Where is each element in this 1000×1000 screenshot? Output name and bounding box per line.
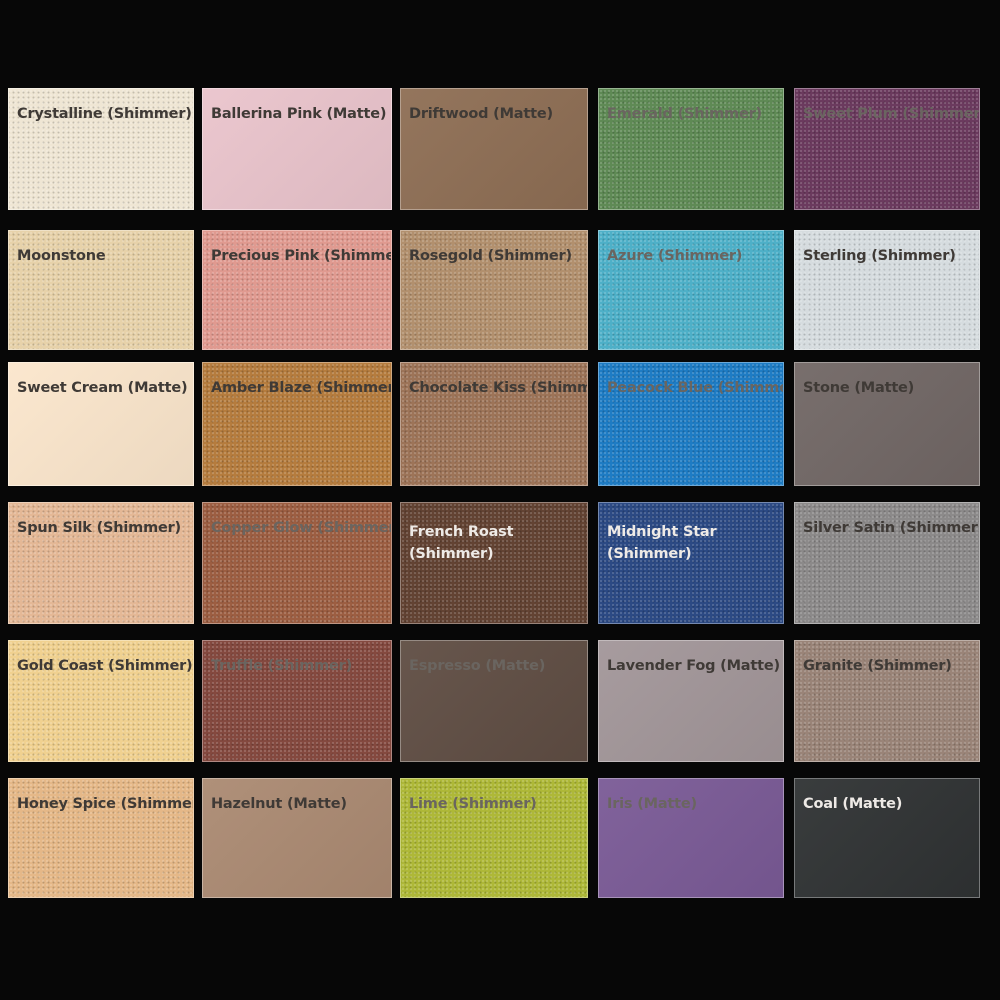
swatch-label: Truffle (Shimmer)	[211, 658, 353, 674]
swatch-label: Crystalline (Shimmer)	[17, 106, 192, 122]
swatch-crystalline[interactable]: Crystalline (Shimmer)	[8, 88, 194, 210]
swatch-driftwood[interactable]: Driftwood (Matte)	[400, 88, 588, 210]
swatch-moonstone[interactable]: Moonstone	[8, 230, 194, 350]
swatch-label: Espresso (Matte)	[409, 658, 546, 674]
swatch-label: Chocolate Kiss (Shimmer)	[409, 380, 587, 396]
swatch-granite[interactable]: Granite (Shimmer)	[794, 640, 980, 762]
swatch-label: Silver Satin (Shimmer)	[803, 520, 980, 536]
swatch-lime[interactable]: Lime (Shimmer)	[400, 778, 588, 898]
swatch-truffle[interactable]: Truffle (Shimmer)	[202, 640, 392, 762]
swatch-label: Hazelnut (Matte)	[211, 796, 347, 812]
swatch-honey-spice[interactable]: Honey Spice (Shimmer)	[8, 778, 194, 898]
swatch-label: Moonstone	[17, 248, 106, 264]
swatch-ballerina-pink[interactable]: Ballerina Pink (Matte)	[202, 88, 392, 210]
swatch-peacock-blue[interactable]: Peacock Blue (Shimmer)	[598, 362, 784, 486]
swatch-coal[interactable]: Coal (Matte)	[794, 778, 980, 898]
swatch-label: Copper Glow (Shimmer)	[211, 520, 392, 536]
swatch-label: Gold Coast (Shimmer)	[17, 658, 193, 674]
swatch-label: Granite (Shimmer)	[803, 658, 952, 674]
swatch-chocolate-kiss[interactable]: Chocolate Kiss (Shimmer)	[400, 362, 588, 486]
swatch-label: French Roast (Shimmer)	[409, 524, 514, 562]
swatch-label: Lavender Fog (Matte)	[607, 658, 780, 674]
swatch-lavender-fog[interactable]: Lavender Fog (Matte)	[598, 640, 784, 762]
swatch-azure[interactable]: Azure (Shimmer)	[598, 230, 784, 350]
swatch-espresso[interactable]: Espresso (Matte)	[400, 640, 588, 762]
swatch-gold-coast[interactable]: Gold Coast (Shimmer)	[8, 640, 194, 762]
swatch-label: Amber Blaze (Shimmer)	[211, 380, 392, 396]
swatch-french-roast[interactable]: French Roast (Shimmer)	[400, 502, 588, 624]
swatch-hazelnut[interactable]: Hazelnut (Matte)	[202, 778, 392, 898]
swatch-label: Midnight Star (Shimmer)	[607, 524, 717, 562]
swatch-label: Rosegold (Shimmer)	[409, 248, 572, 264]
swatch-silver-satin[interactable]: Silver Satin (Shimmer)	[794, 502, 980, 624]
swatch-label: Precious Pink (Shimmer)	[211, 248, 392, 264]
swatch-midnight-star[interactable]: Midnight Star (Shimmer)	[598, 502, 784, 624]
swatch-spun-silk[interactable]: Spun Silk (Shimmer)	[8, 502, 194, 624]
swatch-label: Peacock Blue (Shimmer)	[607, 380, 784, 396]
swatch-stone[interactable]: Stone (Matte)	[794, 362, 980, 486]
swatch-label: Honey Spice (Shimmer)	[17, 796, 194, 812]
swatch-iris[interactable]: Iris (Matte)	[598, 778, 784, 898]
swatch-label: Coal (Matte)	[803, 796, 903, 812]
swatch-label: Sweet Cream (Matte)	[17, 380, 188, 396]
swatch-label: Spun Silk (Shimmer)	[17, 520, 181, 536]
swatch-label: Stone (Matte)	[803, 380, 915, 396]
eyeshadow-palette: Crystalline (Shimmer) Ballerina Pink (Mat…	[0, 0, 1000, 1000]
swatch-label: Azure (Shimmer)	[607, 248, 743, 264]
swatch-emerald[interactable]: Emerald (Shimmer)	[598, 88, 784, 210]
swatch-sweet-plum[interactable]: Sweet Plum (Shimmer)	[794, 88, 980, 210]
swatch-amber-blaze[interactable]: Amber Blaze (Shimmer)	[202, 362, 392, 486]
swatch-sweet-cream[interactable]: Sweet Cream (Matte)	[8, 362, 194, 486]
swatch-label: Iris (Matte)	[607, 796, 697, 812]
swatch-label: Ballerina Pink (Matte)	[211, 106, 387, 122]
swatch-rosegold[interactable]: Rosegold (Shimmer)	[400, 230, 588, 350]
swatch-label: Sterling (Shimmer)	[803, 248, 956, 264]
swatch-label: Emerald (Shimmer)	[607, 106, 762, 122]
swatch-precious-pink[interactable]: Precious Pink (Shimmer)	[202, 230, 392, 350]
swatch-label: Sweet Plum (Shimmer)	[803, 106, 980, 122]
swatch-label: Driftwood (Matte)	[409, 106, 553, 122]
swatch-sterling[interactable]: Sterling (Shimmer)	[794, 230, 980, 350]
swatch-label: Lime (Shimmer)	[409, 796, 537, 812]
swatch-copper-glow[interactable]: Copper Glow (Shimmer)	[202, 502, 392, 624]
